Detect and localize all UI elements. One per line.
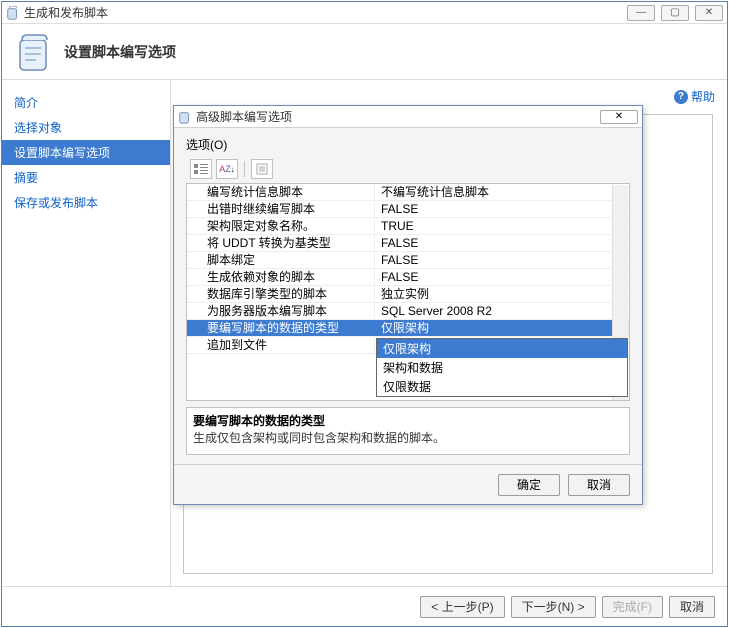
- prop-value-data-type: 仅限架构: [381, 321, 429, 335]
- prop-row-continue-on-error[interactable]: 出错时继续编写脚本FALSE: [187, 201, 629, 218]
- property-pages-button[interactable]: [251, 159, 273, 179]
- dialog-footer: 确定 取消: [174, 464, 642, 504]
- prop-row-data-type[interactable]: 要编写脚本的数据的类型 仅限架构 ▼: [187, 320, 629, 337]
- property-grid-toolbar: AZ↓: [186, 159, 630, 179]
- sidebar-item-intro[interactable]: 简介: [2, 90, 170, 115]
- script-icon: [14, 32, 54, 72]
- options-section-label: 选项(O): [186, 136, 630, 153]
- property-description-box: 要编写脚本的数据的类型 生成仅包含架构或同时包含架构和数据的脚本。: [186, 407, 630, 455]
- wizard-steps-sidebar: 简介 选择对象 设置脚本编写选项 摘要 保存或发布脚本: [2, 80, 170, 586]
- dropdown-option-data-only[interactable]: 仅限数据: [377, 377, 627, 396]
- app-icon: [6, 6, 20, 20]
- wizard-header: 设置脚本编写选项: [2, 24, 727, 80]
- toolbar-separator: [244, 161, 245, 177]
- dialog-titlebar[interactable]: 高级脚本编写选项 ✕: [174, 106, 642, 128]
- data-type-dropdown: 仅限架构 架构和数据 仅限数据: [376, 338, 628, 397]
- dialog-icon: [178, 110, 192, 124]
- dialog-close-button[interactable]: ✕: [600, 110, 638, 124]
- dialog-body: 选项(O) AZ↓ 编写统计信息脚本不编写统计信息脚本 出错时继续编写脚本FAL…: [174, 128, 642, 464]
- categorized-view-button[interactable]: [190, 159, 212, 179]
- prop-row-engine-type[interactable]: 数据库引擎类型的脚本独立实例: [187, 286, 629, 303]
- finish-button[interactable]: 完成(F): [602, 596, 663, 618]
- cancel-button[interactable]: 取消: [669, 596, 715, 618]
- wizard-footer: < 上一步(P) 下一步(N) > 完成(F) 取消: [2, 586, 727, 626]
- desc-title: 要编写脚本的数据的类型: [193, 412, 623, 429]
- page-title: 设置脚本编写选项: [64, 42, 176, 62]
- prop-row-bindings[interactable]: 脚本绑定FALSE: [187, 252, 629, 269]
- minimize-button[interactable]: —: [627, 5, 655, 21]
- prop-row-statistics[interactable]: 编写统计信息脚本不编写统计信息脚本: [187, 184, 629, 201]
- property-grid: 编写统计信息脚本不编写统计信息脚本 出错时继续编写脚本FALSE 架构限定对象名…: [186, 183, 630, 401]
- sidebar-item-save-publish[interactable]: 保存或发布脚本: [2, 190, 170, 215]
- help-link[interactable]: ? 帮助: [674, 88, 715, 105]
- help-icon: ?: [674, 90, 688, 104]
- advanced-options-dialog: 高级脚本编写选项 ✕ 选项(O) AZ↓ 编写统计信息脚本不编写统计信息脚本 出…: [173, 105, 643, 505]
- sidebar-item-choose-objects[interactable]: 选择对象: [2, 115, 170, 140]
- main-titlebar[interactable]: 生成和发布脚本 — ▢ ✕: [2, 2, 727, 24]
- next-button[interactable]: 下一步(N) >: [511, 596, 596, 618]
- prop-row-server-version[interactable]: 为服务器版本编写脚本SQL Server 2008 R2: [187, 303, 629, 320]
- prop-row-schema-qualify[interactable]: 架构限定对象名称。TRUE: [187, 218, 629, 235]
- prop-row-uddt[interactable]: 将 UDDT 转换为基类型FALSE: [187, 235, 629, 252]
- dialog-ok-button[interactable]: 确定: [498, 474, 560, 496]
- dialog-title: 高级脚本编写选项: [196, 108, 600, 125]
- dropdown-option-schema-and-data[interactable]: 架构和数据: [377, 358, 627, 377]
- maximize-button[interactable]: ▢: [661, 5, 689, 21]
- sidebar-item-script-options[interactable]: 设置脚本编写选项: [2, 140, 170, 165]
- main-title: 生成和发布脚本: [24, 4, 627, 21]
- prev-button[interactable]: < 上一步(P): [420, 596, 504, 618]
- desc-text: 生成仅包含架构或同时包含架构和数据的脚本。: [193, 429, 623, 446]
- help-label: 帮助: [691, 88, 715, 105]
- prop-row-dependents[interactable]: 生成依赖对象的脚本FALSE: [187, 269, 629, 286]
- close-button[interactable]: ✕: [695, 5, 723, 21]
- dialog-cancel-button[interactable]: 取消: [568, 474, 630, 496]
- sidebar-item-summary[interactable]: 摘要: [2, 165, 170, 190]
- alphabetical-view-button[interactable]: AZ↓: [216, 159, 238, 179]
- dropdown-option-schema-only[interactable]: 仅限架构: [377, 339, 627, 358]
